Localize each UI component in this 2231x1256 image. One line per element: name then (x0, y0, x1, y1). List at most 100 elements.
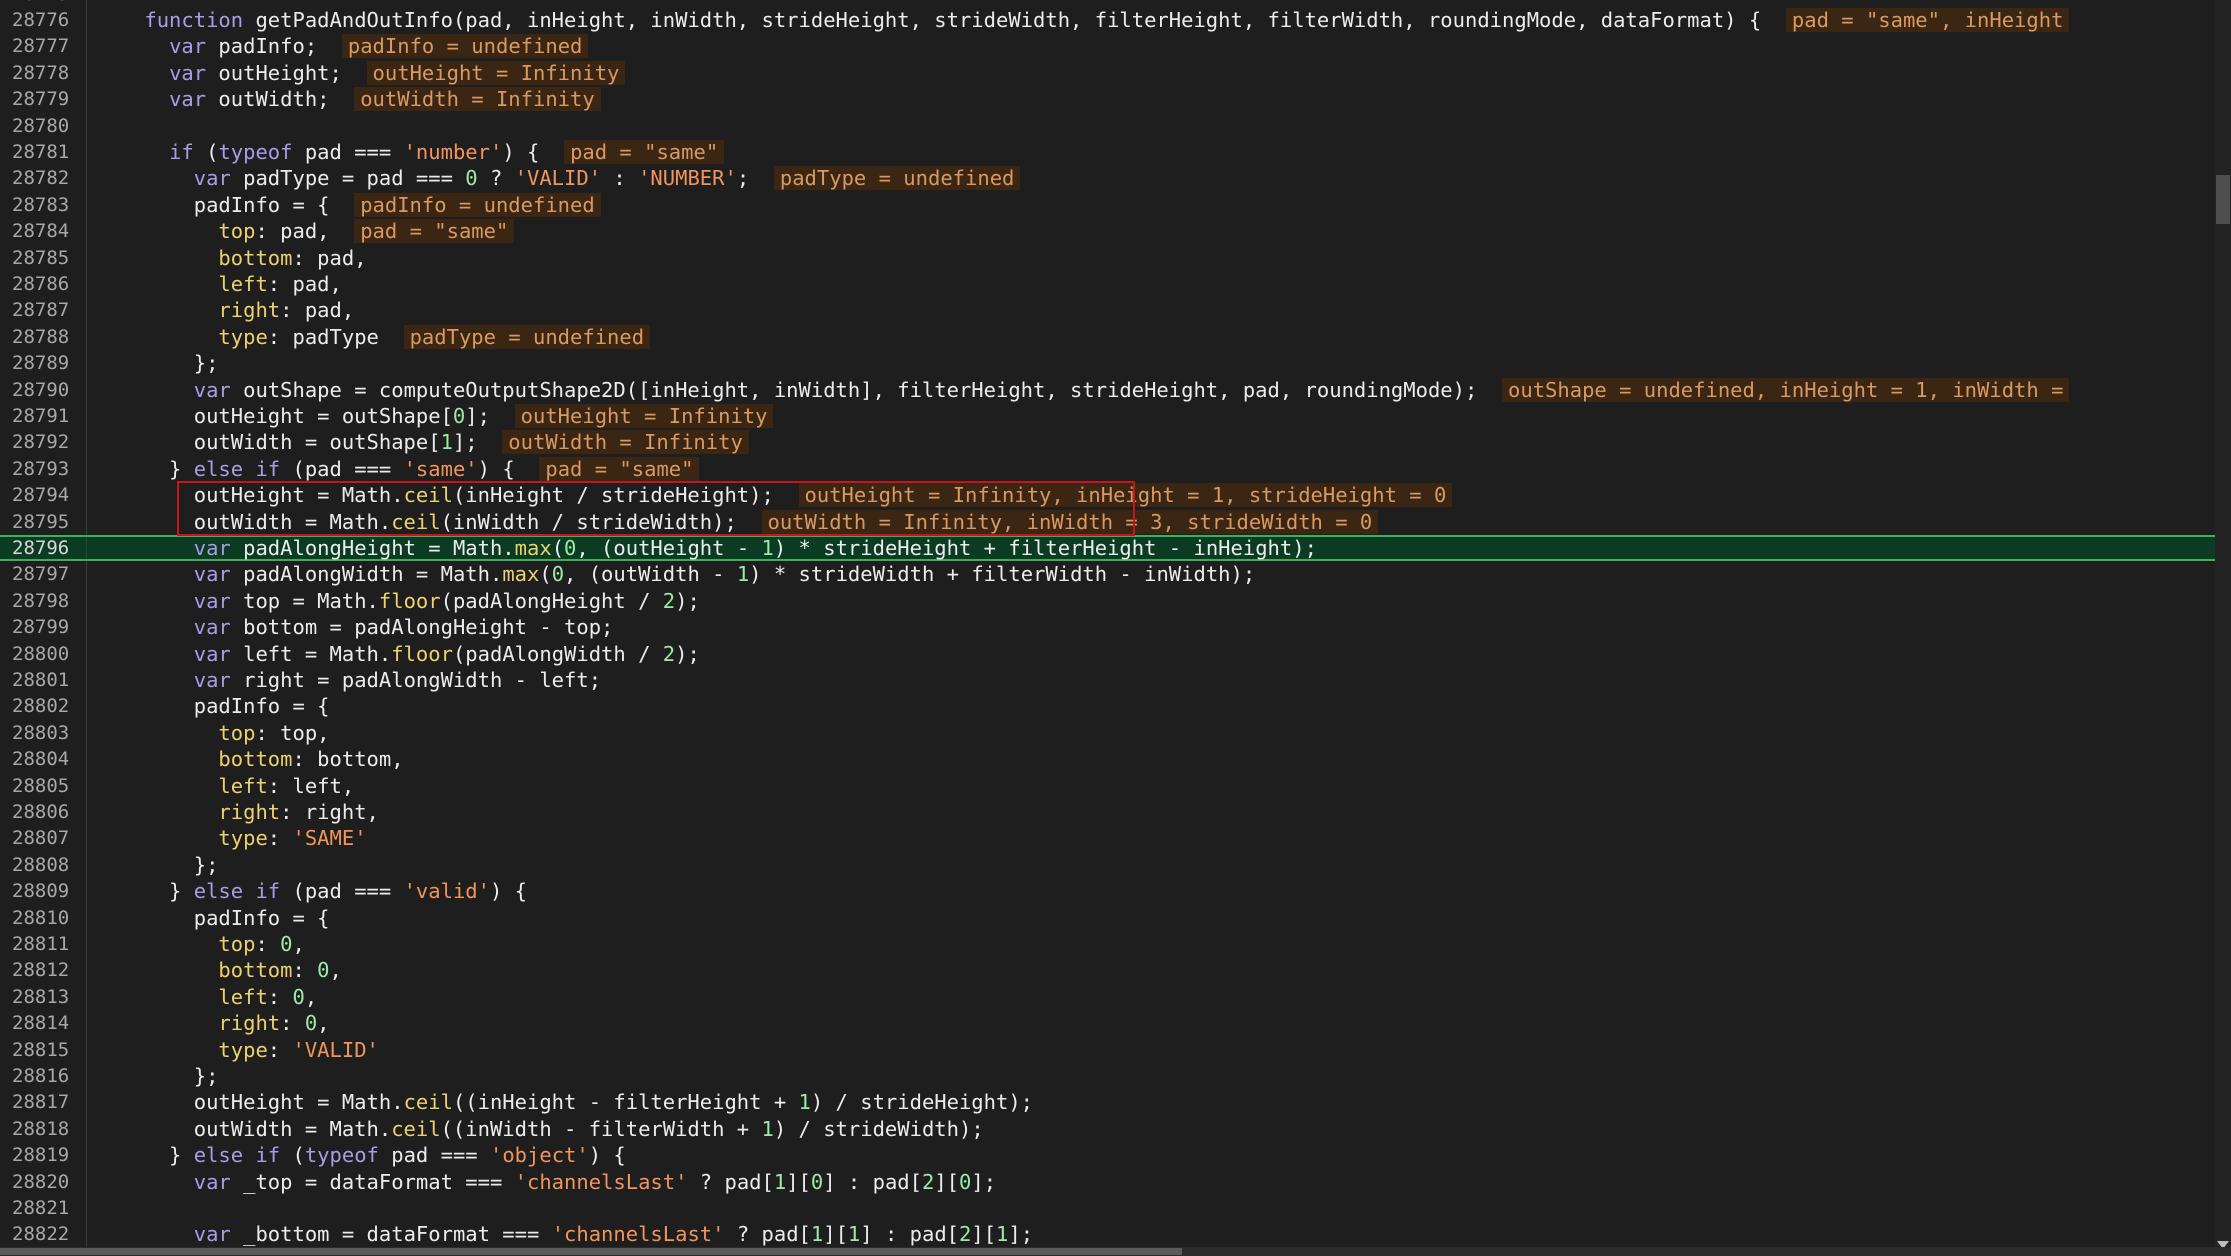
line-number[interactable]: 28807 (0, 825, 87, 852)
code-line[interactable]: 28807 type: 'SAME' (0, 825, 2215, 852)
line-number[interactable]: 28798 (0, 587, 87, 615)
code-line[interactable]: 28779 var outWidth; outWidth = Infinity (0, 86, 2215, 113)
line-number[interactable]: 28816 (0, 1063, 87, 1090)
line-number[interactable]: 28797 (0, 561, 87, 588)
code-line[interactable]: 28792 outWidth = outShape[1]; outWidth =… (0, 429, 2215, 456)
line-number[interactable]: 28795 (0, 508, 87, 535)
code-line[interactable]: 28782 var padType = pad === 0 ? 'VALID' … (0, 165, 2215, 192)
code-line[interactable]: 28799 var bottom = padAlongHeight - top; (0, 614, 2215, 641)
line-number[interactable]: 28815 (0, 1036, 87, 1063)
line-number[interactable]: 28785 (0, 244, 87, 271)
line-number[interactable]: 28810 (0, 904, 87, 931)
line-number[interactable]: 28802 (0, 693, 87, 720)
line-number[interactable]: 28800 (0, 640, 87, 667)
code-line[interactable]: 28780 (0, 112, 2215, 139)
line-number[interactable]: 28783 (0, 191, 87, 219)
line-number[interactable]: 28804 (0, 746, 87, 773)
code-line[interactable]: 28812 bottom: 0, (0, 957, 2215, 984)
code-line[interactable]: 28790 var outShape = computeOutputShape2… (0, 376, 2215, 403)
line-number[interactable]: 28786 (0, 271, 87, 298)
code-line[interactable]: 28822 var _bottom = dataFormat === 'chan… (0, 1221, 2215, 1247)
code-line[interactable]: 28778 var outHeight; outHeight = Infinit… (0, 59, 2215, 87)
line-number[interactable]: 28811 (0, 931, 87, 958)
line-number[interactable]: 28784 (0, 218, 87, 245)
horizontal-scrollbar-thumb[interactable] (0, 1248, 1183, 1255)
code-line[interactable]: 28800 var left = Math.floor(padAlongWidt… (0, 640, 2215, 667)
code-line[interactable]: 28804 bottom: bottom, (0, 746, 2215, 773)
line-number[interactable]: 28775 (0, 0, 87, 7)
code-line[interactable]: 28814 right: 0, (0, 1010, 2215, 1037)
code-line[interactable]: 28808 }; (0, 851, 2215, 879)
code-editor[interactable]: 2877528776 function getPadAndOutInfo(pad… (0, 0, 2215, 1247)
line-number[interactable]: 28787 (0, 297, 87, 324)
horizontal-scrollbar[interactable] (0, 1247, 2231, 1256)
code-line[interactable]: 28788 type: padType padType = undefined (0, 323, 2215, 351)
line-number[interactable]: 28821 (0, 1195, 87, 1222)
code-line[interactable]: 28815 type: 'VALID' (0, 1036, 2215, 1063)
line-number[interactable]: 28790 (0, 376, 87, 403)
line-number[interactable]: 28813 (0, 983, 87, 1011)
code-line[interactable]: 28798 var top = Math.floor(padAlongHeigh… (0, 587, 2215, 615)
code-line[interactable]: 28810 padInfo = { (0, 904, 2215, 931)
line-number[interactable]: 28788 (0, 323, 87, 351)
line-number[interactable]: 28809 (0, 878, 87, 905)
code-line[interactable]: 28797 var padAlongWidth = Math.max(0, (o… (0, 561, 2215, 588)
code-line[interactable]: 28787 right: pad, (0, 297, 2215, 324)
code-line[interactable]: 28813 left: 0, (0, 983, 2215, 1011)
line-number[interactable]: 28791 (0, 403, 87, 430)
vertical-scrollbar[interactable] (2215, 0, 2231, 1249)
code-line[interactable]: 28786 left: pad, (0, 271, 2215, 298)
code-line[interactable]: 28806 right: right, (0, 799, 2215, 826)
vertical-scrollbar-thumb[interactable] (2216, 174, 2230, 225)
code-line[interactable]: 28785 bottom: pad, (0, 244, 2215, 271)
current-execution-line[interactable]: 28796 var padAlongHeight = Math.max(0, (… (0, 535, 2215, 562)
line-number[interactable]: 28794 (0, 482, 87, 509)
code-line[interactable]: 28781 if (typeof pad === 'number') { pad… (0, 139, 2215, 166)
code-line[interactable]: 28803 top: top, (0, 719, 2215, 747)
code-line[interactable]: 28817 outHeight = Math.ceil((inHeight - … (0, 1089, 2215, 1116)
line-number[interactable]: 28778 (0, 59, 87, 87)
code-line[interactable]: 28791 outHeight = outShape[0]; outHeight… (0, 403, 2215, 430)
line-number[interactable]: 28781 (0, 139, 87, 166)
line-number[interactable]: 28796 (0, 537, 87, 560)
line-number[interactable]: 28776 (0, 7, 87, 34)
line-number[interactable]: 28814 (0, 1010, 87, 1037)
code-line[interactable]: 28784 top: pad, pad = "same" (0, 218, 2215, 245)
line-number[interactable]: 28793 (0, 455, 87, 483)
code-line[interactable]: 28816 }; (0, 1063, 2215, 1090)
line-number[interactable]: 28782 (0, 165, 87, 192)
code-line[interactable]: 28821 (0, 1195, 2215, 1222)
line-number[interactable]: 28817 (0, 1089, 87, 1116)
line-number[interactable]: 28819 (0, 1142, 87, 1169)
line-number[interactable]: 28779 (0, 86, 87, 113)
line-number[interactable]: 28792 (0, 429, 87, 456)
code-line[interactable]: 28820 var _top = dataFormat === 'channel… (0, 1168, 2215, 1195)
line-number[interactable]: 28812 (0, 957, 87, 984)
code-line[interactable]: 28805 left: left, (0, 772, 2215, 799)
line-number[interactable]: 28806 (0, 799, 87, 826)
code-line[interactable]: 28783 padInfo = { padInfo = undefined (0, 191, 2215, 219)
code-line[interactable]: 28818 outWidth = Math.ceil((inWidth - fi… (0, 1115, 2215, 1143)
line-number[interactable]: 28820 (0, 1168, 87, 1195)
line-number[interactable]: 28818 (0, 1115, 87, 1143)
line-number[interactable]: 28808 (0, 851, 87, 879)
line-number[interactable]: 28799 (0, 614, 87, 641)
code-line[interactable]: 28809 } else if (pad === 'valid') { (0, 878, 2215, 905)
line-number[interactable]: 28803 (0, 719, 87, 747)
line-number[interactable]: 28780 (0, 112, 87, 139)
code-line[interactable]: 28793 } else if (pad === 'same') { pad =… (0, 455, 2215, 483)
code-line[interactable]: 28794 outHeight = Math.ceil(inHeight / s… (0, 482, 2215, 509)
line-number[interactable]: 28822 (0, 1221, 87, 1247)
code-line[interactable]: 28801 var right = padAlongWidth - left; (0, 667, 2215, 694)
line-number[interactable]: 28789 (0, 350, 87, 377)
code-line[interactable]: 28819 } else if (typeof pad === 'object'… (0, 1142, 2215, 1169)
line-number[interactable]: 28805 (0, 772, 87, 799)
code-line[interactable]: 28802 padInfo = { (0, 693, 2215, 720)
code-line[interactable]: 28795 outWidth = Math.ceil(inWidth / str… (0, 508, 2215, 535)
line-number[interactable]: 28801 (0, 667, 87, 694)
code-line[interactable]: 28811 top: 0, (0, 931, 2215, 958)
line-number[interactable]: 28777 (0, 33, 87, 60)
code-line[interactable]: 28776 function getPadAndOutInfo(pad, inH… (0, 7, 2215, 34)
code-line[interactable]: 28777 var padInfo; padInfo = undefined (0, 33, 2215, 60)
code-line[interactable]: 28789 }; (0, 350, 2215, 377)
